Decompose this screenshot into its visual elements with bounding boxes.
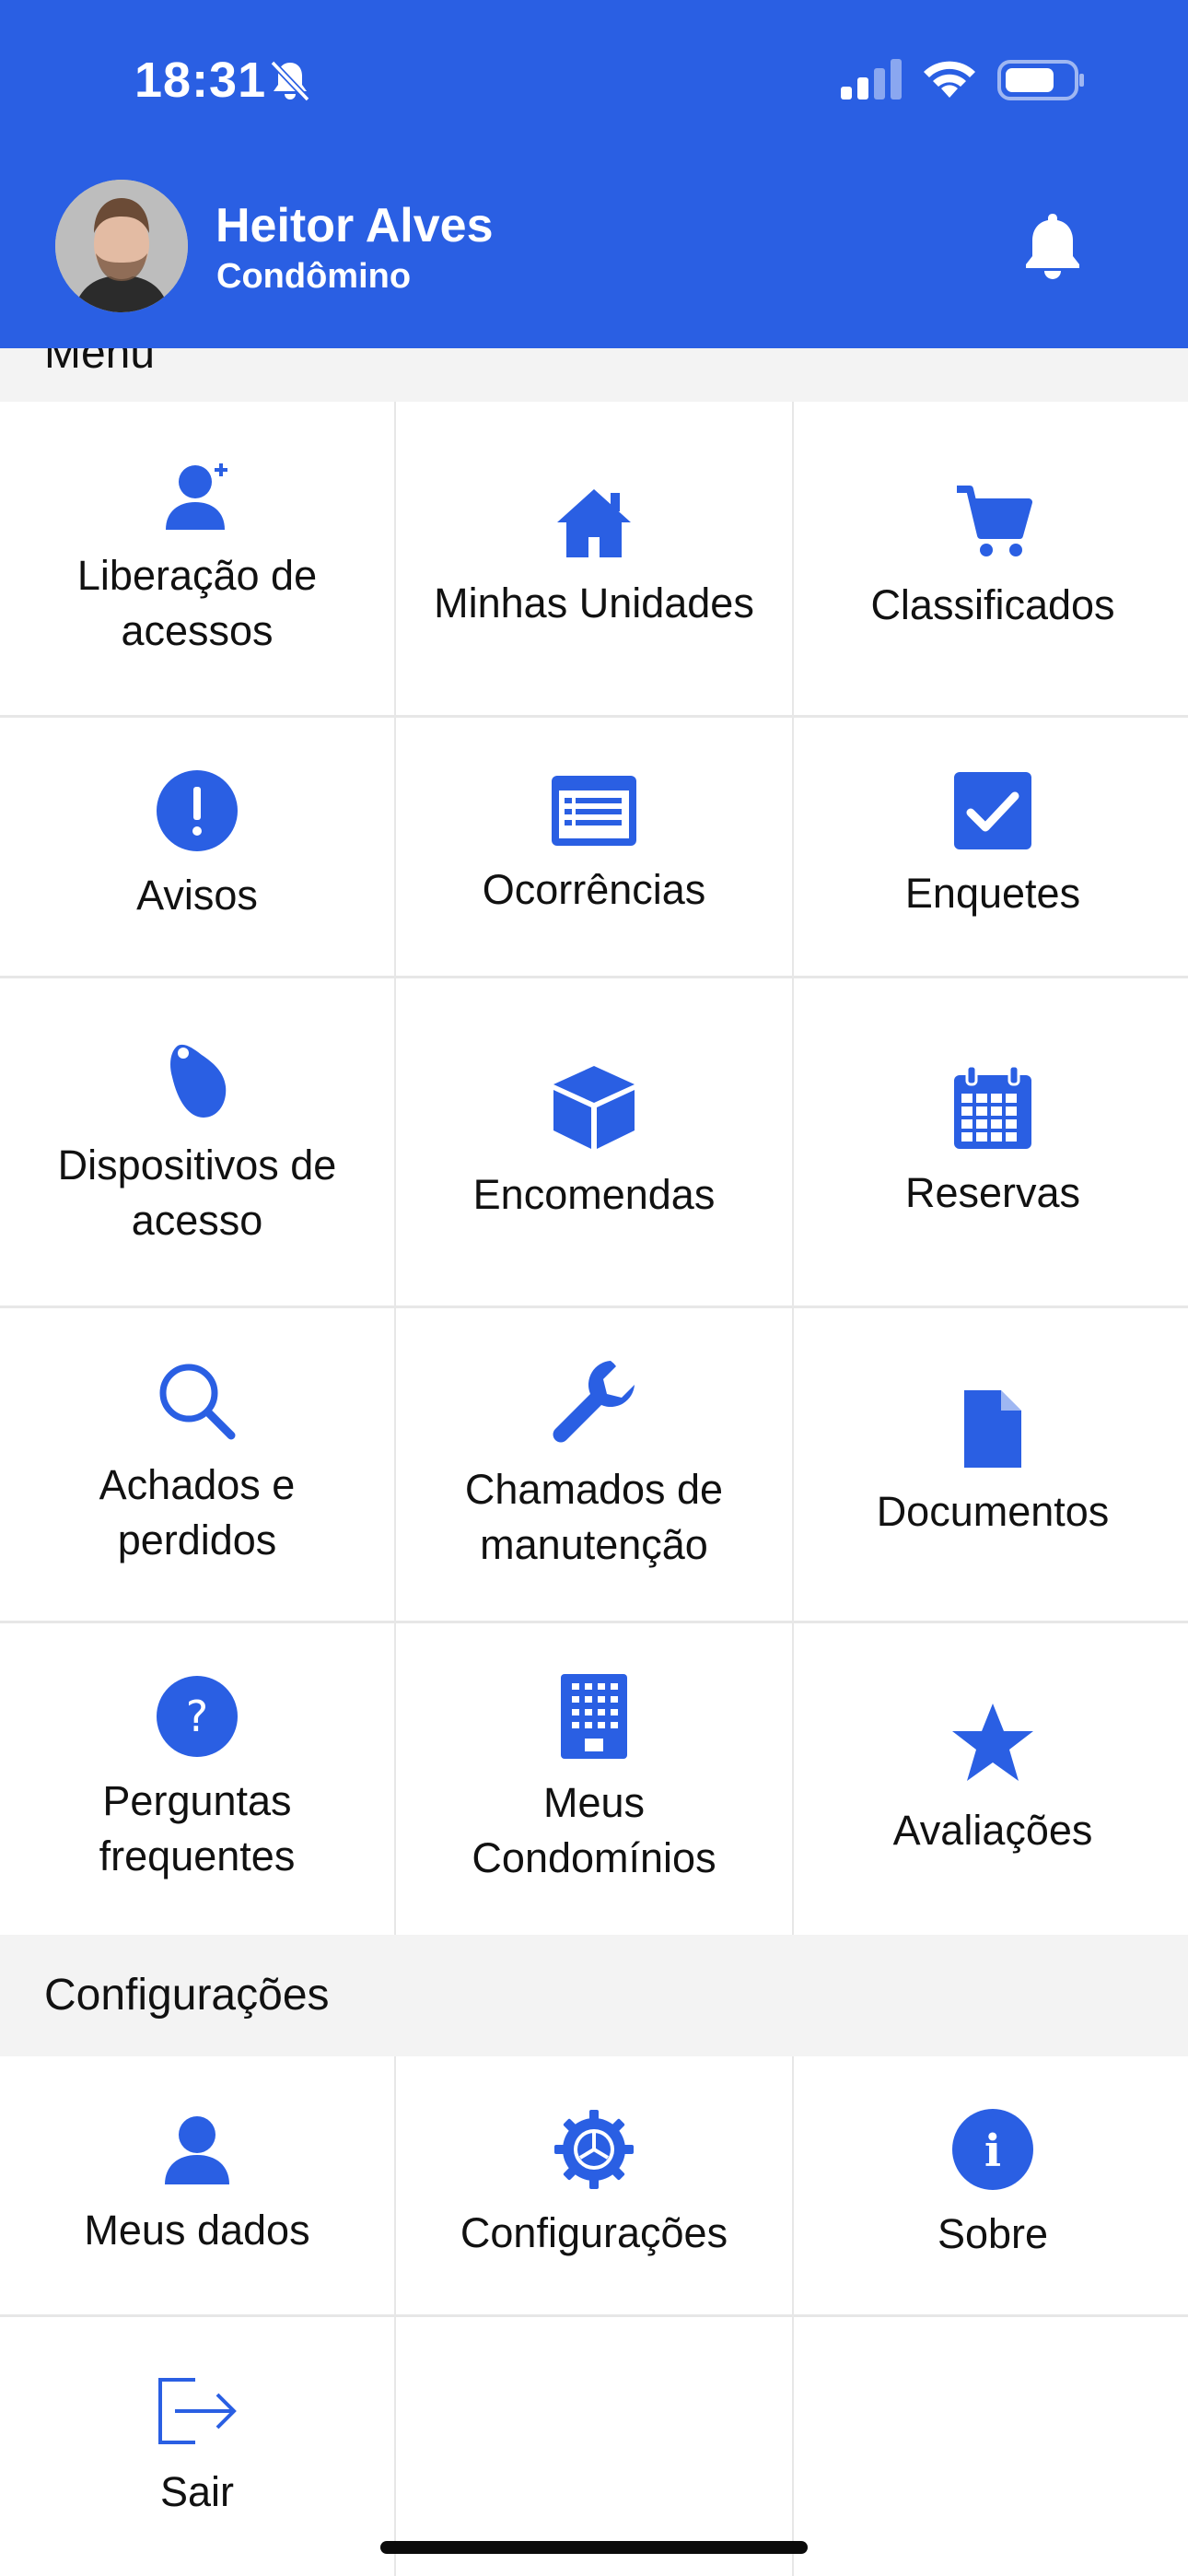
menu-item-perguntas-frequentes[interactable]: ? Perguntas frequentes [0, 1623, 394, 1936]
menu-item-label: Meus Condomínios [472, 1778, 716, 1881]
empty-tile [794, 2317, 1188, 2576]
menu-item-documentos[interactable]: Documentos [794, 1308, 1188, 1621]
menu-item-meus-condominios[interactable]: Meus Condomínios [396, 1623, 792, 1936]
avatar[interactable] [55, 180, 188, 312]
search-icon [157, 1362, 237, 1441]
menu-item-label: Liberação de acessos [76, 552, 318, 654]
menu-item-label: Dispositivos de acesso [57, 1141, 337, 1244]
menu-item-label: Classificados [870, 581, 1115, 628]
svg-text:?: ? [186, 1692, 208, 1741]
settings-section-header: Configurações [0, 1935, 1188, 2056]
menu-item-label: Ocorrências [482, 866, 706, 913]
menu-item-chamados-manutencao[interactable]: Chamados de manutenção [396, 1308, 792, 1621]
bell-off-icon [269, 59, 311, 103]
menu-item-label: Perguntas frequentes [99, 1776, 296, 1879]
menu-item-label: Minhas Unidades [434, 580, 754, 626]
menu-item-liberacao-acessos[interactable]: Liberação de acessos [0, 402, 394, 715]
menu-item-label: Achados e perdidos [99, 1460, 296, 1563]
settings-item-label: Meus dados [84, 2207, 310, 2254]
menu-item-reservas[interactable]: Reservas [794, 978, 1188, 1306]
alert-icon [157, 770, 238, 851]
menu-item-dispositivos-acesso[interactable]: Dispositivos de acesso [0, 978, 394, 1306]
menu-item-encomendas[interactable]: Encomendas [396, 978, 792, 1306]
signal-icon [841, 59, 905, 101]
menu-item-label: Avisos [136, 872, 258, 919]
star-icon [949, 1702, 1037, 1786]
wrench-icon [550, 1357, 638, 1446]
menu-item-label: Chamados de manutenção [464, 1465, 724, 1568]
user-name: Heitor Alves [215, 199, 494, 252]
status-time: 18:31 [134, 53, 267, 108]
menu-item-label: Enquetes [904, 870, 1081, 917]
settings-grid: Meus dados Configurações i Sobre Sair [0, 2056, 1188, 2576]
menu-item-label: Reservas [904, 1168, 1081, 1216]
cart-icon [953, 484, 1032, 561]
user-role: Condômino [216, 257, 412, 296]
menu-section-label: Menu [44, 348, 156, 378]
settings-item-label: Configurações [460, 2209, 728, 2256]
menu-item-label: Documentos [876, 1487, 1110, 1535]
settings-item-sair[interactable]: Sair [0, 2317, 394, 2576]
list-icon [552, 776, 636, 846]
document-icon [964, 1389, 1021, 1468]
settings-item-meus-dados[interactable]: Meus dados [0, 2056, 394, 2314]
checkbox-icon [954, 772, 1031, 849]
menu-item-enquetes[interactable]: Enquetes [794, 718, 1188, 976]
logout-icon [155, 2374, 239, 2448]
menu-item-classificados[interactable]: Classificados [794, 402, 1188, 715]
home-icon [555, 486, 633, 559]
menu-item-label: Encomendas [472, 1170, 716, 1218]
user-icon [163, 2113, 231, 2186]
menu-item-minhas-unidades[interactable]: Minhas Unidades [396, 402, 792, 715]
empty-tile [396, 2317, 792, 2576]
gear-icon [554, 2110, 634, 2189]
settings-item-sobre[interactable]: i Sobre [794, 2056, 1188, 2314]
settings-item-label: Sobre [937, 2210, 1049, 2257]
menu-item-achados-perdidos[interactable]: Achados e perdidos [0, 1308, 394, 1621]
box-icon [550, 1062, 638, 1151]
info-icon: i [952, 2109, 1033, 2190]
tag-icon [165, 1036, 229, 1121]
status-bar: 18:31 [0, 0, 1188, 161]
svg-text:i: i [984, 2125, 1001, 2177]
menu-item-avaliacoes[interactable]: Avaliações [794, 1623, 1188, 1936]
battery-icon [997, 59, 1086, 101]
menu-grid: Liberação de acessos Minhas Unidades Cla… [0, 402, 1188, 1936]
menu-item-avisos[interactable]: Avisos [0, 718, 394, 976]
calendar-icon [954, 1064, 1031, 1149]
menu-item-ocorrencias[interactable]: Ocorrências [396, 718, 792, 976]
add-user-icon [160, 458, 234, 532]
home-indicator[interactable] [380, 2541, 808, 2554]
wifi-icon [921, 57, 978, 101]
bell-icon[interactable] [1022, 210, 1083, 280]
menu-section-header: Menu [0, 348, 1188, 402]
building-icon [561, 1673, 627, 1759]
user-profile[interactable]: Heitor Alves Condômino [55, 180, 884, 313]
menu-item-label: Avaliações [892, 1806, 1093, 1854]
settings-item-configuracoes[interactable]: Configurações [396, 2056, 792, 2314]
question-icon: ? [157, 1675, 238, 1757]
settings-item-label: Sair [159, 2468, 235, 2515]
app-header: 18:31 Heitor Alves Condômino [0, 0, 1188, 348]
settings-section-label: Configurações [44, 1971, 330, 2020]
